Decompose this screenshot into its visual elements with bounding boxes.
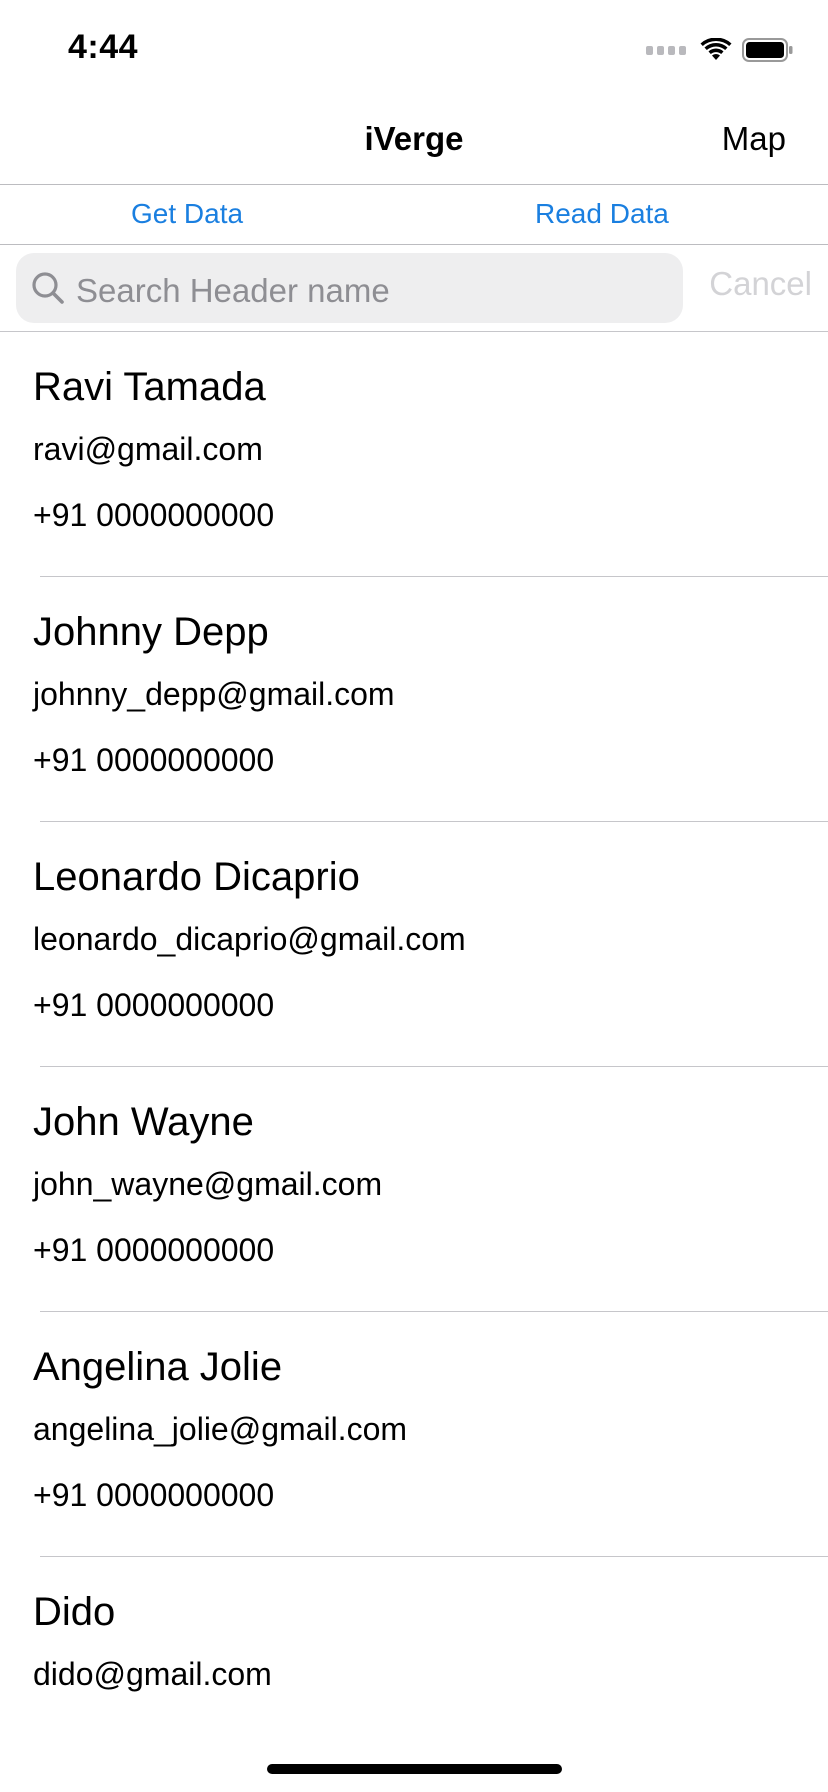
status-icons [646,36,794,64]
contact-phone: +91 0000000000 [33,742,275,778]
map-button[interactable]: Map [722,120,786,158]
app-screen: 4:44 iVerge Map Get Data Read Data Searc… [0,0,828,1792]
contact-email: ravi@gmail.com [33,431,263,467]
contact-phone: +91 0000000000 [33,987,275,1023]
contact-name: Ravi Tamada [33,365,266,409]
contact-email: leonardo_dicaprio@gmail.com [33,921,466,957]
list-item[interactable]: Leonardo Dicaprio leonardo_dicaprio@gmai… [0,822,828,1067]
cancel-button[interactable]: Cancel [709,265,812,303]
list-item[interactable]: John Wayne john_wayne@gmail.com +91 0000… [0,1067,828,1312]
read-data-button[interactable]: Read Data [535,198,669,230]
list-item[interactable]: Dido dido@gmail.com [0,1557,828,1792]
contact-name: Angelina Jolie [33,1345,283,1389]
contact-phone: +91 0000000000 [33,1232,275,1268]
search-icon [32,272,64,304]
search-bar: Search Header name Cancel [0,245,828,332]
wifi-icon [700,38,732,60]
contact-email: john_wayne@gmail.com [33,1166,383,1202]
contact-list: Ravi Tamada ravi@gmail.com +91 000000000… [0,332,828,1792]
contact-email: dido@gmail.com [33,1656,272,1692]
navigation-bar: iVerge Map [0,100,828,185]
contact-phone: +91 0000000000 [33,497,275,533]
nav-title: iVerge [364,120,464,157]
contact-email: johnny_depp@gmail.com [33,676,395,712]
status-bar: 4:44 [0,0,828,100]
contact-email: angelina_jolie@gmail.com [33,1411,408,1447]
contact-phone: +91 0000000000 [33,1477,275,1513]
action-button-row: Get Data Read Data [0,185,828,245]
contact-name: Leonardo Dicaprio [33,855,360,899]
contact-name: John Wayne [33,1100,254,1144]
battery-icon [742,38,793,62]
list-item[interactable]: Ravi Tamada ravi@gmail.com +91 000000000… [0,332,828,577]
list-item[interactable]: Johnny Depp johnny_depp@gmail.com +91 00… [0,577,828,822]
home-indicator[interactable] [267,1764,562,1774]
search-placeholder: Search Header name [76,272,390,309]
contact-name: Dido [33,1590,116,1634]
get-data-button[interactable]: Get Data [131,198,243,230]
list-item[interactable]: Angelina Jolie angelina_jolie@gmail.com … [0,1312,828,1557]
status-time: 4:44 [68,28,139,66]
signal-icon [646,45,686,55]
contact-name: Johnny Depp [33,610,269,654]
search-input[interactable]: Search Header name [16,253,683,323]
